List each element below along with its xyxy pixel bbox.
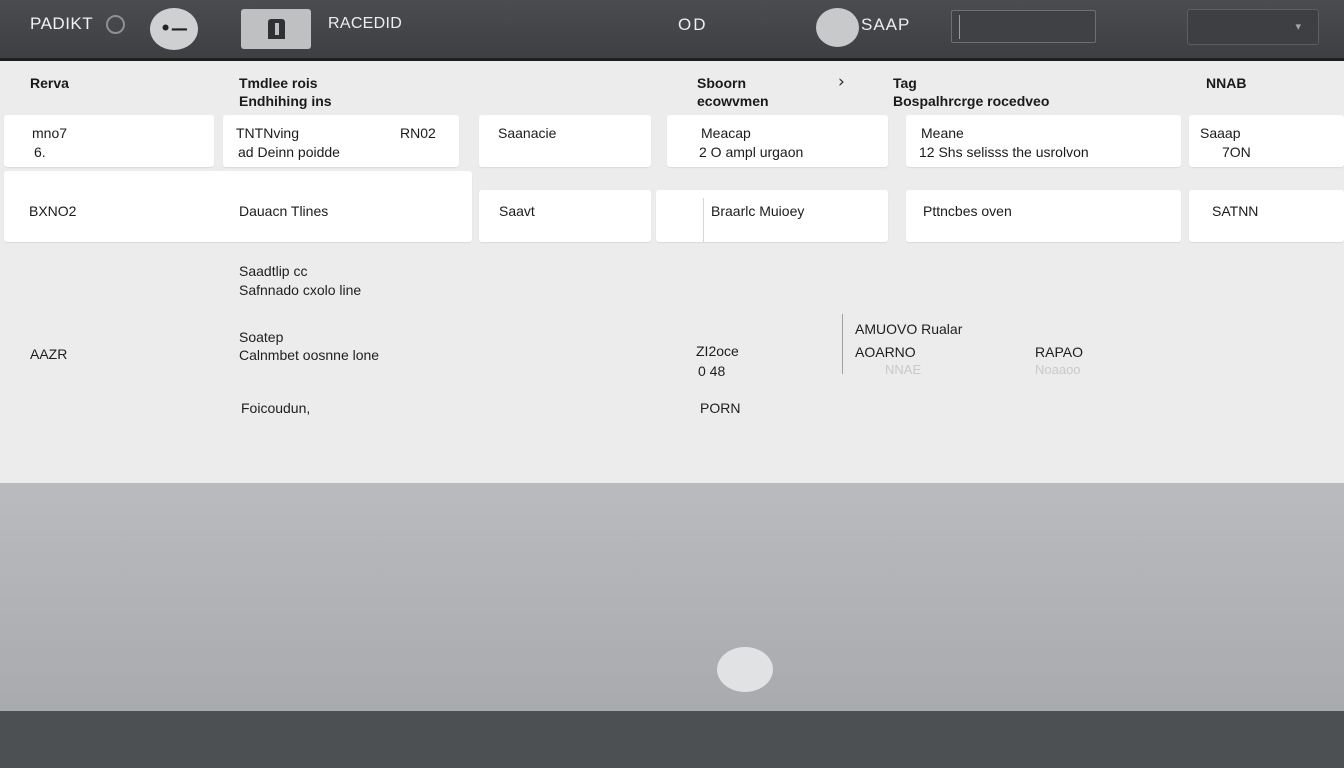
detail-text: Calnmbet oosnne lone [239, 347, 380, 363]
detail-text: Soatep [239, 329, 284, 345]
cell-text: BXNO2 [29, 203, 77, 219]
detail-title: AMUOVO Rualar [855, 321, 963, 337]
table-cell[interactable]: Meane 12 Shs selisss the usrolvon [906, 115, 1181, 167]
table-cell[interactable]: mno7 6. [4, 115, 214, 167]
column-header[interactable]: Sboorn ecowvmen [697, 74, 769, 110]
detail-value: 0 48 [698, 363, 726, 379]
lower-panel [0, 483, 1344, 711]
toolbar-label[interactable]: RACEDID [328, 15, 402, 33]
detail-text: AOARNO [855, 344, 916, 360]
avatar[interactable] [816, 8, 859, 47]
cell-text: Meacap [701, 125, 751, 141]
cell-text: Saavt [499, 203, 535, 219]
chevron-right-icon[interactable]: › [838, 72, 845, 92]
cell-text: RN02 [400, 125, 436, 141]
detail-text-faint: NNAE [885, 362, 922, 377]
cell-text: Dauacn Tlines [239, 203, 329, 219]
top-select[interactable]: ▾ [1187, 9, 1319, 45]
cell-text: SATNN [1212, 203, 1259, 219]
cell-text: Braarlc Muioey [711, 203, 805, 219]
table-cell[interactable]: Pttncbes oven [906, 190, 1181, 242]
detail-text-faint: Noaaoo [1035, 362, 1081, 377]
detail-value: ZI2oce [696, 343, 739, 359]
footer-bar [0, 711, 1344, 768]
table-cell[interactable]: Braarlc Muioey [656, 190, 888, 242]
cell-text: 6. [34, 144, 46, 160]
detail-value: PORN [700, 400, 741, 416]
bookmark-icon [267, 19, 285, 39]
menu-icon: •— [160, 19, 188, 39]
cell-text: Pttncbes oven [923, 203, 1012, 219]
column-header[interactable]: NNAB [1206, 74, 1246, 92]
vertical-divider [842, 314, 843, 374]
cell-text: 2 O ampl urgaon [699, 144, 804, 160]
table-cell[interactable]: TNTNving RN02 ad Deinn poidde [223, 115, 459, 167]
detail-text: RAPAO [1035, 344, 1083, 360]
toolbar-divider [0, 58, 1344, 61]
ring-icon[interactable] [106, 15, 125, 34]
column-header[interactable]: Tag Bospalhrcrge rocedveo [893, 74, 1049, 110]
column-header[interactable]: Tmdlee rois Endhihing ins [239, 74, 332, 110]
detail-text: Foicoudun, [241, 400, 311, 416]
cell-text: Saaap [1200, 125, 1241, 141]
cell-text: Saanacie [498, 125, 557, 141]
app-title: PADIKT [30, 14, 94, 33]
column-header-subtitle: Bospalhrcrge rocedveo [893, 93, 1050, 109]
toolbar-label[interactable]: OD [678, 15, 708, 35]
cell-text: ad Deinn poidde [238, 144, 340, 160]
table-cell[interactable]: BXNO2 Dauacn Tlines [4, 171, 472, 242]
detail-text: AAZR [30, 346, 68, 362]
cell-text: 12 Shs selisss the usrolvon [919, 144, 1089, 160]
column-header-subtitle: ecowvmen [697, 93, 769, 109]
chevron-down-icon: ▾ [1295, 20, 1301, 33]
top-toolbar [0, 0, 1344, 58]
cell-text: 7ON [1222, 144, 1251, 160]
bookmark-button[interactable] [241, 9, 311, 49]
column-header[interactable]: Rerva [30, 74, 69, 92]
detail-text: Saadtlip cc [239, 263, 308, 279]
table-cell[interactable]: Saaap 7ON [1189, 115, 1344, 167]
cell-text: TNTNving [236, 125, 300, 141]
detail-text: Safnnado cxolo line [239, 282, 362, 298]
column-header-title: Sboorn [697, 75, 746, 91]
column-header-title: Tag [893, 75, 917, 91]
table-cell[interactable]: Saanacie [479, 115, 651, 167]
search-input[interactable] [951, 10, 1096, 43]
round-button[interactable] [717, 647, 773, 692]
menu-button[interactable]: •— [150, 8, 198, 50]
cell-text: mno7 [32, 125, 68, 141]
cell-text: Meane [921, 125, 964, 141]
table-cell[interactable]: SATNN [1189, 190, 1344, 242]
column-header-subtitle: Endhihing ins [239, 93, 332, 109]
cell-divider [703, 198, 704, 242]
table-cell[interactable]: Meacap 2 O ampl urgaon [667, 115, 888, 167]
column-header-title: Tmdlee rois [239, 75, 318, 91]
user-name[interactable]: SAAP [861, 15, 910, 35]
table-cell[interactable]: Saavt [479, 190, 651, 242]
